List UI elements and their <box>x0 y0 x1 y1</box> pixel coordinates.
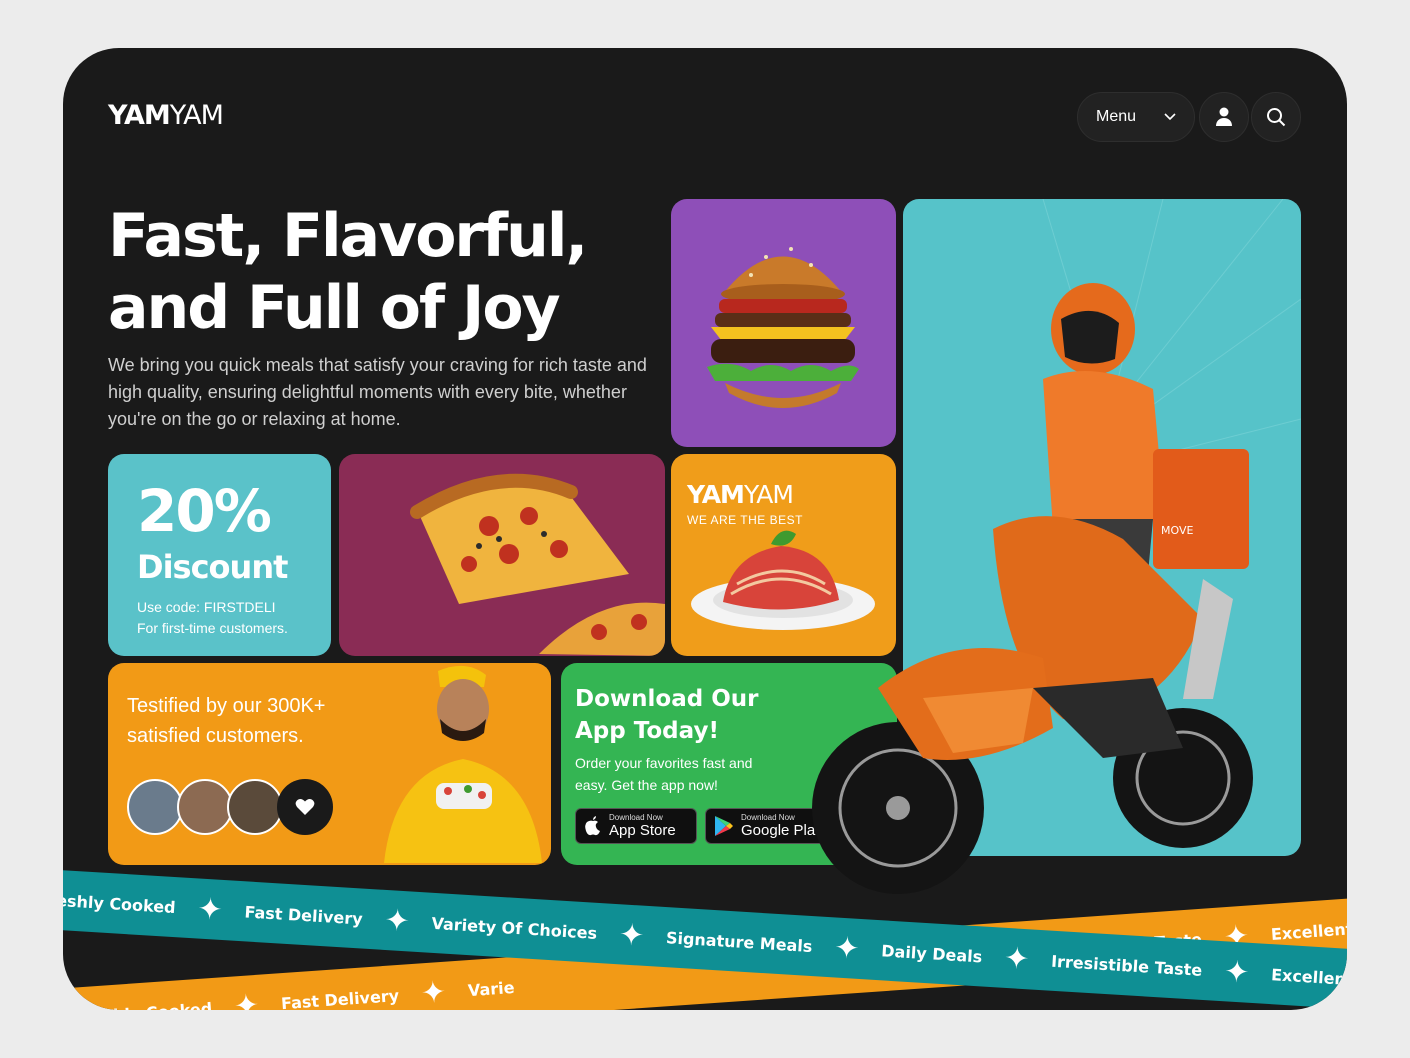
discount-note: Use code: FIRSTDELI For first-time custo… <box>137 599 288 636</box>
pizza-card[interactable] <box>339 454 665 656</box>
ticker-item: Excellent Serv <box>1270 964 1347 992</box>
heart-icon <box>295 799 315 815</box>
ticker-item: Irresistible Taste <box>1050 951 1203 980</box>
account-button[interactable] <box>1199 92 1249 142</box>
ticker-item: Excellent Serv <box>1270 916 1347 944</box>
menu-dropdown[interactable]: Menu <box>1077 92 1195 142</box>
apple-icon <box>585 816 600 836</box>
burger-card[interactable] <box>671 199 896 447</box>
customer-avatars <box>127 779 333 835</box>
motorbike-image <box>812 648 1253 894</box>
delivery-box-label: MOVE <box>1161 524 1193 537</box>
chevron-down-icon <box>1164 113 1176 121</box>
ticker-item: Varie <box>467 977 516 1000</box>
ticker-item: reshly Cooked <box>63 889 177 917</box>
ticker-item: Signature Meals <box>665 927 813 956</box>
hero-title: Fast, Flavorful, and Full of Joy <box>108 201 588 343</box>
hero-subtitle: We bring you quick meals that satisfy yo… <box>108 355 647 429</box>
discount-card[interactable]: 20% Discount Use code: FIRSTDELI For fir… <box>108 454 331 656</box>
favorite-button[interactable] <box>277 779 333 835</box>
discount-word: Discount <box>137 548 288 586</box>
avatar <box>227 779 283 835</box>
burger-image <box>707 247 859 408</box>
search-button[interactable] <box>1251 92 1301 142</box>
delivery-man-image <box>384 665 542 863</box>
ticker-item: Variety Of Choices <box>431 913 598 943</box>
discount-percent: 20% <box>137 477 272 545</box>
user-icon <box>1216 107 1232 126</box>
testimonial-text: Testified by our 300K+ satisfied custome… <box>127 695 326 747</box>
avatar <box>127 779 183 835</box>
ticker-item: Daily Deals <box>880 940 983 966</box>
avatar <box>177 779 233 835</box>
ticker-item: Fast Delivery <box>244 901 364 929</box>
google-play-icon <box>715 816 733 836</box>
search-icon <box>1267 108 1286 127</box>
app-download-title: Download Our App Today! <box>575 686 759 744</box>
app-store-button[interactable]: Download Now App Store <box>575 808 697 844</box>
page-frame: YAMYAM Menu Fast, Flavorful, and Full of… <box>63 48 1347 1010</box>
ticker-item: Fast Delivery <box>280 985 400 1010</box>
testimonial-card: Testified by our 300K+ satisfied custome… <box>108 663 551 865</box>
brand-logo[interactable]: YAMYAM <box>108 100 224 131</box>
app-download-subtitle: Order your favorites fast and easy. Get … <box>575 755 753 793</box>
menu-label: Menu <box>1096 108 1137 125</box>
pizza-image <box>410 473 665 656</box>
ticker-item: shly Cooked <box>103 999 213 1010</box>
